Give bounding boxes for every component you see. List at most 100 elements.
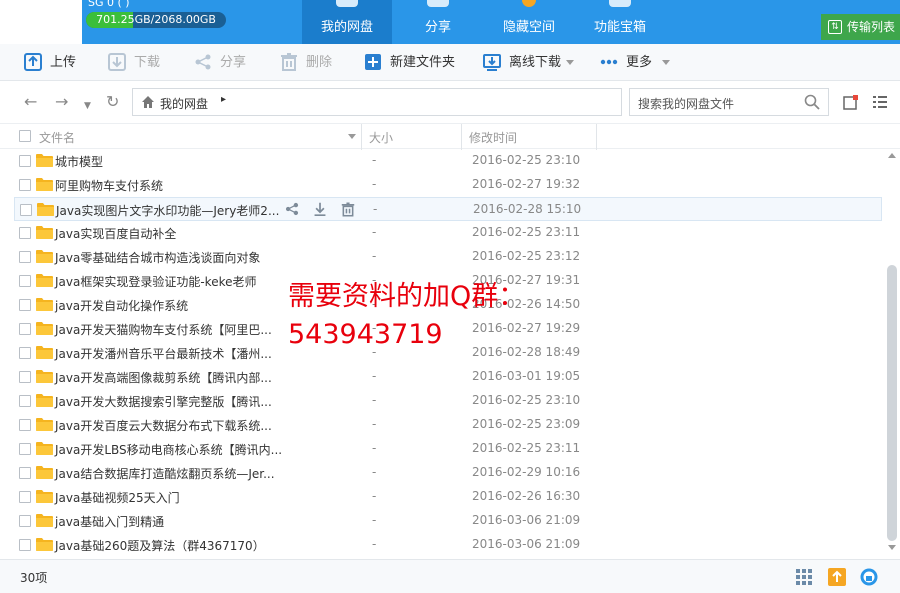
select-all-checkbox[interactable] bbox=[19, 130, 31, 142]
file-size: - bbox=[372, 441, 377, 455]
file-size: - bbox=[372, 153, 377, 167]
file-modified-time: 2016-02-29 10:16 bbox=[472, 465, 581, 479]
tab-my-disk[interactable]: 我的网盘 bbox=[302, 0, 392, 44]
file-name[interactable]: java基础入门到精通 bbox=[55, 513, 164, 530]
row-checkbox[interactable] bbox=[19, 371, 31, 383]
file-row[interactable]: Java基础视频25天入门 - 2016-02-26 16:30 bbox=[14, 485, 882, 509]
file-name[interactable]: Java实现图片文字水印功能—Jery老师2... bbox=[56, 202, 279, 219]
row-checkbox[interactable] bbox=[20, 204, 32, 216]
top-header: SG 0 ( ) 701.25GB/2068.00GB 我的网盘 分享 隐藏空间… bbox=[0, 0, 900, 44]
row-checkbox[interactable] bbox=[19, 347, 31, 359]
address-bar[interactable]: 我的网盘 ▸ bbox=[132, 88, 622, 116]
column-divider[interactable] bbox=[461, 124, 462, 150]
tab-hidden-space[interactable]: 隐藏空间 bbox=[484, 0, 574, 44]
file-row[interactable]: 城市模型 - 2016-02-25 23:10 bbox=[14, 149, 882, 173]
file-name[interactable]: Java开发百度云大数据分布式下载系统... bbox=[55, 417, 272, 434]
file-name[interactable]: Java开发LBS移动电商核心系统【腾讯内... bbox=[55, 441, 282, 458]
sort-chevron-icon[interactable] bbox=[348, 134, 356, 139]
file-row[interactable]: Java开发大数据搜索引擎完整版【腾讯... - 2016-02-25 23:10 bbox=[14, 389, 882, 413]
row-checkbox[interactable] bbox=[19, 275, 31, 287]
file-row[interactable]: Java开发LBS移动电商核心系统【腾讯内... - 2016-02-25 23:1… bbox=[14, 437, 882, 461]
file-name[interactable]: Java开发天猫购物车支付系统【阿里巴... bbox=[55, 321, 272, 338]
file-row[interactable]: Java开发百度云大数据分布式下载系统... - 2016-02-25 23:09 bbox=[14, 413, 882, 437]
column-divider[interactable] bbox=[596, 124, 597, 150]
row-checkbox[interactable] bbox=[19, 179, 31, 191]
more-button[interactable]: 更多 bbox=[600, 44, 680, 81]
file-name[interactable]: Java基础视频25天入门 bbox=[55, 489, 180, 506]
row-checkbox[interactable] bbox=[19, 155, 31, 167]
list-view-icon[interactable] bbox=[872, 94, 888, 110]
column-name[interactable]: 文件名 bbox=[39, 129, 75, 146]
file-name[interactable]: Java实现百度自动补全 bbox=[55, 225, 176, 242]
file-row[interactable]: java基础入门到精通 - 2016-03-06 21:09 bbox=[14, 509, 882, 533]
file-name[interactable]: Java开发大数据搜索引擎完整版【腾讯... bbox=[55, 393, 272, 410]
row-checkbox[interactable] bbox=[19, 419, 31, 431]
search-box[interactable]: 搜索我的网盘文件 bbox=[629, 88, 829, 116]
file-row[interactable]: Java实现图片文字水印功能—Jery老师2... - 2016-02-28 15:… bbox=[14, 197, 882, 221]
trash-icon[interactable] bbox=[341, 202, 355, 217]
file-name[interactable]: java开发自动化操作系统 bbox=[55, 297, 188, 314]
row-checkbox[interactable] bbox=[19, 515, 31, 527]
file-row[interactable]: Java开发高端图像裁剪系统【腾讯内部... - 2016-03-01 19:05 bbox=[14, 365, 882, 389]
lock-safe-icon[interactable] bbox=[860, 568, 878, 586]
transfer-list-button[interactable]: ⇅ 传输列表 bbox=[821, 14, 900, 40]
refresh-icon[interactable]: ↻ bbox=[106, 93, 119, 111]
file-row[interactable]: Java结合数据库打造酷炫翻页系统—Jer... - 2016-02-29 10:1… bbox=[14, 461, 882, 485]
action-toolbar: 上传 下载 分享 删除 新建文件夹 离线下载 更多 bbox=[0, 44, 900, 81]
row-checkbox[interactable] bbox=[19, 251, 31, 263]
file-name[interactable]: 阿里购物车支付系统 bbox=[55, 177, 163, 194]
history-dropdown-icon[interactable]: ▼ bbox=[84, 97, 91, 115]
download-icon[interactable] bbox=[313, 202, 327, 216]
row-checkbox[interactable] bbox=[19, 227, 31, 239]
new-folder-button[interactable]: 新建文件夹 bbox=[364, 44, 460, 81]
offline-download-button[interactable]: 离线下载 bbox=[483, 44, 579, 81]
row-checkbox[interactable] bbox=[19, 467, 31, 479]
delete-label: 删除 bbox=[306, 55, 333, 70]
delete-button[interactable]: 删除 bbox=[280, 44, 340, 81]
file-name[interactable]: Java框架实现登录验证功能-keke老师 bbox=[55, 273, 257, 290]
file-name[interactable]: Java零基础结合城市构造浅谈面向对象 bbox=[55, 249, 260, 266]
more-label: 更多 bbox=[626, 55, 653, 70]
column-divider[interactable] bbox=[361, 124, 362, 150]
file-row[interactable]: Java实现百度自动补全 - 2016-02-25 23:11 bbox=[14, 221, 882, 245]
file-modified-time: 2016-02-25 23:09 bbox=[472, 417, 581, 431]
home-icon[interactable] bbox=[141, 95, 155, 109]
share-button[interactable]: 分享 bbox=[194, 44, 254, 81]
scrollbar-thumb[interactable] bbox=[887, 265, 897, 541]
column-modified[interactable]: 修改时间 bbox=[469, 129, 517, 146]
file-size: - bbox=[372, 177, 377, 191]
scroll-up-icon[interactable] bbox=[888, 153, 896, 158]
tab-toolbox[interactable]: 功能宝箱 bbox=[575, 0, 665, 44]
row-checkbox[interactable] bbox=[19, 395, 31, 407]
vertical-scrollbar[interactable] bbox=[884, 149, 900, 559]
breadcrumb[interactable]: 我的网盘 bbox=[160, 95, 208, 112]
file-name[interactable]: Java基础260题及算法（群4367170） bbox=[55, 537, 265, 554]
row-checkbox[interactable] bbox=[19, 323, 31, 335]
breadcrumb-separator[interactable]: ▸ bbox=[221, 94, 226, 105]
file-row[interactable]: Java零基础结合城市构造浅谈面向对象 - 2016-02-25 23:12 bbox=[14, 245, 882, 269]
file-name[interactable]: Java结合数据库打造酷炫翻页系统—Jer... bbox=[55, 465, 275, 482]
back-arrow-icon[interactable]: ← bbox=[24, 93, 37, 111]
share-icon[interactable] bbox=[285, 202, 299, 216]
forward-arrow-icon[interactable]: → bbox=[55, 93, 68, 111]
file-row[interactable]: 阿里购物车支付系统 - 2016-02-27 19:32 bbox=[14, 173, 882, 197]
column-size[interactable]: 大小 bbox=[369, 129, 393, 146]
file-row[interactable]: Java基础260题及算法（群4367170） - 2016-03-06 21:09 bbox=[14, 533, 882, 557]
download-button[interactable]: 下载 bbox=[108, 44, 168, 81]
upload-queue-icon[interactable] bbox=[828, 568, 846, 586]
upload-button[interactable]: 上传 bbox=[24, 44, 84, 81]
row-checkbox[interactable] bbox=[19, 539, 31, 551]
file-name[interactable]: 城市模型 bbox=[55, 153, 103, 170]
grid-view-icon[interactable] bbox=[795, 568, 813, 586]
file-size: - bbox=[372, 393, 377, 407]
row-checkbox[interactable] bbox=[19, 299, 31, 311]
search-icon[interactable] bbox=[804, 94, 820, 110]
folder-icon bbox=[36, 514, 53, 527]
file-name[interactable]: Java开发潘州音乐平台最新技术【潘州... bbox=[55, 345, 272, 362]
settings-view-icon[interactable] bbox=[843, 94, 859, 110]
scroll-down-icon[interactable] bbox=[888, 545, 896, 550]
tab-share[interactable]: 分享 bbox=[393, 0, 483, 44]
row-checkbox[interactable] bbox=[19, 443, 31, 455]
row-checkbox[interactable] bbox=[19, 491, 31, 503]
file-name[interactable]: Java开发高端图像裁剪系统【腾讯内部... bbox=[55, 369, 272, 386]
